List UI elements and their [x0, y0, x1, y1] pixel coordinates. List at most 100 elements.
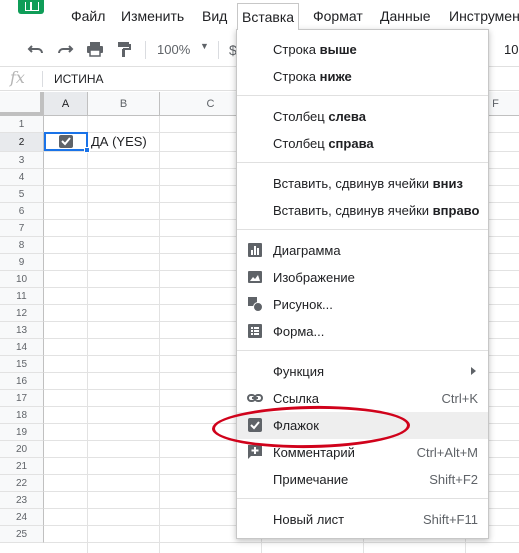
zoom-select[interactable]: 100% [157, 42, 190, 57]
menu-item-4-4[interactable]: Примечание Shift+F2 [237, 466, 488, 493]
print-icon[interactable] [85, 39, 105, 59]
paint-format-icon[interactable] [114, 39, 134, 59]
menu-view[interactable]: Вид [202, 7, 227, 27]
checkbox-checked-icon[interactable] [59, 135, 73, 148]
menu-item-label: Ссылка [273, 391, 319, 406]
menu-item-label-text: Ссылка [273, 391, 320, 406]
row-header-9[interactable]: 9 [0, 254, 44, 271]
menu-format[interactable]: Формат [313, 7, 363, 27]
menu-item-0-1[interactable]: Строка ниже [237, 63, 488, 90]
menu-item-4-1[interactable]: Ссылка Ctrl+K [237, 385, 488, 412]
menu-item-label: Рисунок... [273, 297, 333, 312]
menu-item-label: Диаграмма [273, 243, 341, 258]
row-header-4[interactable]: 4 [0, 169, 44, 186]
row-header-7[interactable]: 7 [0, 220, 44, 237]
menu-item-2-0[interactable]: Вставить, сдвинув ячейки вниз [237, 170, 488, 197]
menu-item-2-1[interactable]: Вставить, сдвинув ячейки вправо [237, 197, 488, 224]
menu-item-label-emphasis: справа [328, 136, 374, 151]
chevron-down-icon[interactable]: ▼ [200, 41, 209, 51]
menu-data[interactable]: Данные [380, 7, 431, 27]
row-header-24[interactable]: 24 [0, 509, 44, 526]
column-header-b[interactable]: B [88, 92, 160, 116]
undo-icon[interactable] [26, 39, 46, 59]
row-header-3[interactable]: 3 [0, 152, 44, 169]
row-header-11[interactable]: 11 [0, 288, 44, 305]
menu-item-label-text: Строка [273, 42, 320, 57]
checkbox-icon [247, 417, 263, 433]
menu-item-1-0[interactable]: Столбец слева [237, 103, 488, 130]
menu-item-label-text: Вставить, сдвинув ячейки [273, 203, 433, 218]
row-header-20[interactable]: 20 [0, 441, 44, 458]
menu-item-label-text: Примечание [273, 472, 349, 487]
row-header-12[interactable]: 12 [0, 305, 44, 322]
row-header-5[interactable]: 5 [0, 186, 44, 203]
formula-input[interactable]: ИСТИНА [54, 72, 104, 86]
menu-insert[interactable]: Вставка [237, 3, 300, 30]
menu-item-shortcut: Shift+F2 [429, 472, 478, 487]
row-header-23[interactable]: 23 [0, 492, 44, 509]
menu-item-label-text: Функция [273, 364, 324, 379]
comment-add-icon [247, 444, 263, 460]
menu-item-label-text: Форма... [273, 324, 325, 339]
row-header-15[interactable]: 15 [0, 356, 44, 373]
row-header-19[interactable]: 19 [0, 424, 44, 441]
font-size-field[interactable]: 10 [504, 42, 518, 57]
row-header-18[interactable]: 18 [0, 407, 44, 424]
row-header-13[interactable]: 13 [0, 322, 44, 339]
redo-icon[interactable] [55, 39, 75, 59]
menu-item-4-2[interactable]: Флажок [237, 412, 488, 439]
drawing-icon [247, 296, 263, 312]
row-header-14[interactable]: 14 [0, 339, 44, 356]
menu-item-label: Строка выше [273, 42, 357, 57]
menu-item-0-0[interactable]: Строка выше [237, 36, 488, 63]
menu-item-4-3[interactable]: Комментарий Ctrl+Alt+M [237, 439, 488, 466]
row-header-6[interactable]: 6 [0, 203, 44, 220]
row-header-1[interactable]: 1 [0, 116, 44, 133]
menu-item-3-2[interactable]: Рисунок... [237, 291, 488, 318]
column-header-a[interactable]: A [44, 92, 88, 116]
fill-handle[interactable] [84, 147, 90, 153]
row-header-2[interactable]: 2 [0, 133, 44, 152]
menu-item-label-text: Флажок [273, 418, 319, 433]
row-header-10[interactable]: 10 [0, 271, 44, 288]
cell-a2[interactable] [44, 132, 90, 153]
row-header-16[interactable]: 16 [0, 373, 44, 390]
image-icon [247, 269, 263, 285]
menu-separator [237, 229, 488, 230]
menu-item-3-0[interactable]: Диаграмма [237, 237, 488, 264]
menu-item-label-text: Рисунок... [273, 297, 333, 312]
row-header-25[interactable]: 25 [0, 526, 44, 543]
row-header-17[interactable]: 17 [0, 390, 44, 407]
menu-separator [237, 350, 488, 351]
menu-edit[interactable]: Изменить [121, 7, 184, 27]
row-header-8[interactable]: 8 [0, 237, 44, 254]
menu-item-5-0[interactable]: Новый лист Shift+F11 [237, 506, 488, 533]
menu-item-label-emphasis: ниже [319, 69, 352, 84]
menu-item-shortcut: Shift+F11 [422, 512, 478, 527]
menu-item-shortcut: Ctrl+Alt+M [416, 445, 478, 460]
menu-item-3-3[interactable]: Форма... [237, 318, 488, 345]
menu-item-label-emphasis: слева [328, 109, 366, 124]
menu-tools[interactable]: Инструмент [449, 7, 519, 27]
menu-item-3-1[interactable]: Изображение [237, 264, 488, 291]
menu-item-label-text: Комментарий [273, 445, 355, 460]
toolbar-divider [145, 41, 146, 59]
row-header-21[interactable]: 21 [0, 458, 44, 475]
grid-column-line [87, 116, 88, 553]
row-header-22[interactable]: 22 [0, 475, 44, 492]
menu-item-label: Строка ниже [273, 69, 352, 84]
cell-b2[interactable]: ДА (YES) [91, 134, 147, 149]
menu-item-1-1[interactable]: Столбец справа [237, 130, 488, 157]
menu-item-label: Новый лист [273, 512, 344, 527]
menu-file[interactable]: Файл [71, 7, 105, 27]
link-icon [247, 390, 263, 406]
fx-icon: fx [10, 68, 25, 87]
menu-item-label: Столбец слева [273, 109, 366, 124]
sheets-logo-icon[interactable] [18, 0, 44, 14]
menu-item-4-0[interactable]: Функция [237, 358, 488, 385]
menu-item-label-emphasis: вправо [432, 203, 480, 218]
menu-item-label-emphasis: вниз [432, 176, 463, 191]
menu-separator [237, 162, 488, 163]
menu-item-shortcut: Ctrl+K [441, 391, 478, 406]
select-all-corner[interactable] [0, 92, 44, 116]
